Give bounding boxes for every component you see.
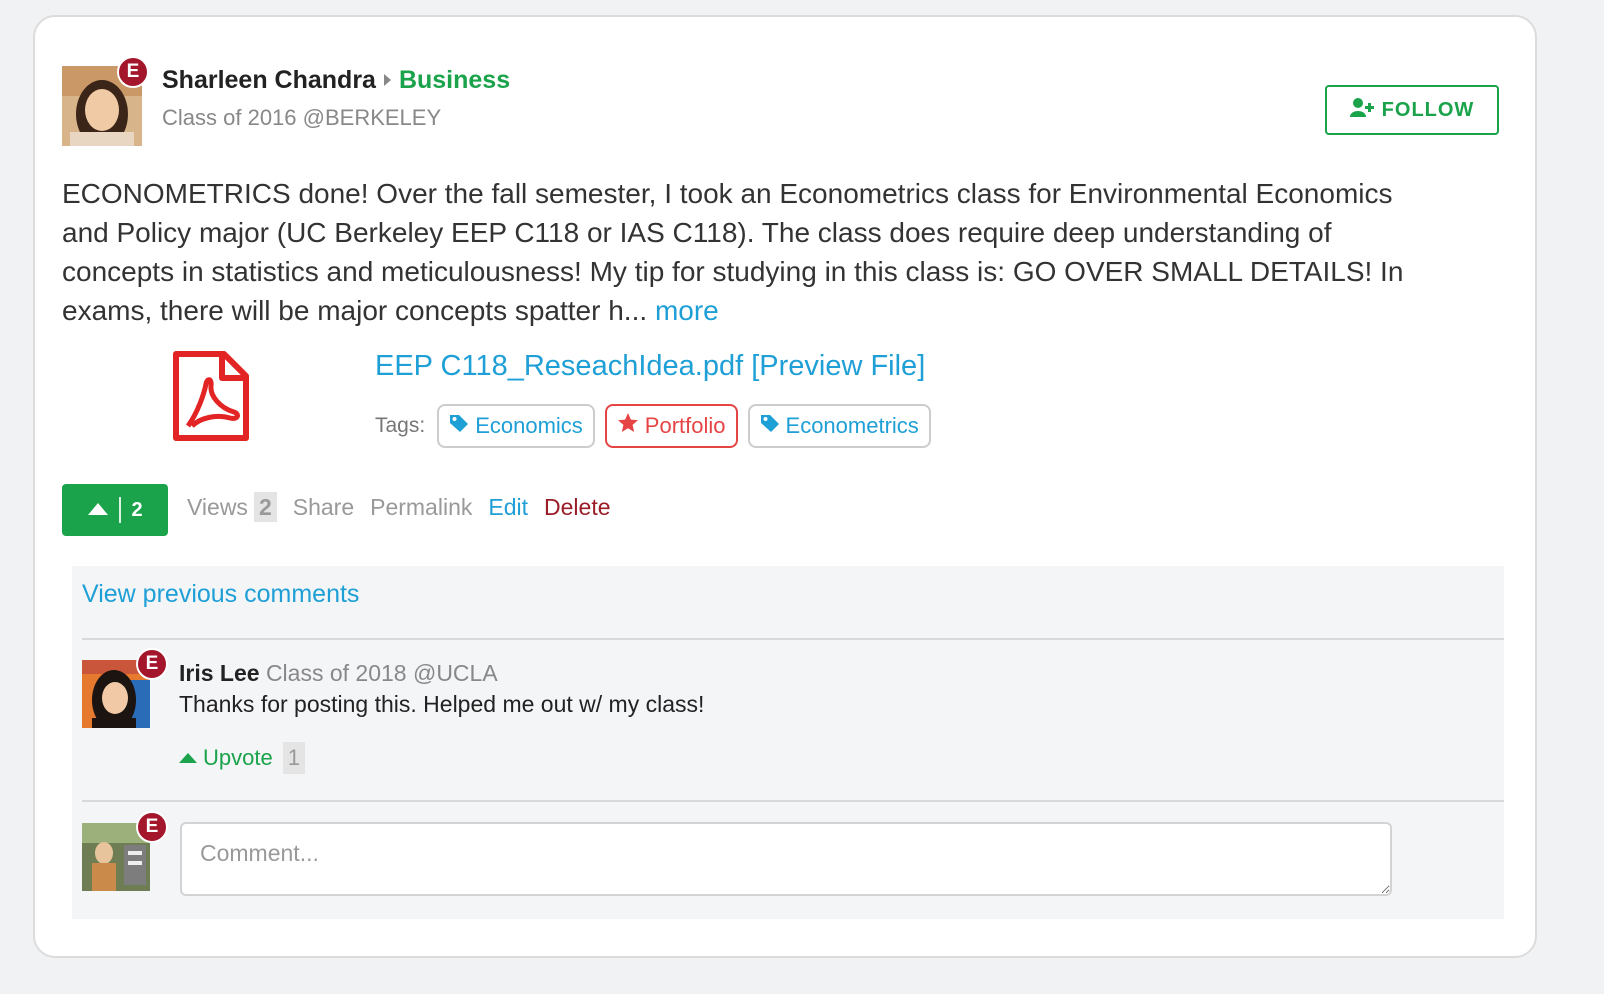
tag-economics[interactable]: Economics [437, 404, 595, 448]
view-previous-comments-link[interactable]: View previous comments [82, 580, 359, 609]
divider [82, 800, 1504, 802]
author-avatar[interactable]: E [62, 56, 149, 146]
delete-link[interactable]: Delete [544, 494, 610, 521]
author-subtitle: Class of 2016 @BERKELEY [162, 105, 442, 130]
tag-icon [760, 413, 780, 439]
attachment-link[interactable]: EEP C118_ReseachIdea.pdf [Preview File] [375, 350, 925, 383]
pdf-icon[interactable] [170, 350, 252, 444]
views-count: 2 [253, 492, 277, 522]
share-link[interactable]: Share [293, 494, 354, 521]
views-label: Views [187, 494, 248, 520]
tag-list: Tags: Economics Portfolio Econometrics [375, 404, 931, 448]
caret-right-icon [383, 74, 391, 87]
post-actions: Views 2 Share Permalink Edit Delete [187, 492, 611, 522]
post-body: ECONOMETRICS done! Over the fall semeste… [62, 174, 1442, 330]
edit-link[interactable]: Edit [488, 494, 528, 521]
add-user-icon [1349, 97, 1374, 123]
tag-econometrics[interactable]: Econometrics [747, 404, 931, 448]
expert-badge: E [136, 811, 168, 843]
comment-author: Iris Lee Class of 2018 @UCLA [179, 660, 498, 687]
author-name[interactable]: Sharleen Chandra [162, 66, 376, 94]
tag-label: Portfolio [644, 413, 726, 438]
comment-upvote-label: Upvote [203, 745, 273, 770]
views-indicator: Views 2 [187, 492, 277, 522]
post-upvote-button[interactable]: 2 [62, 484, 168, 536]
current-user-avatar[interactable]: E [82, 811, 168, 891]
preview-file-link[interactable]: [Preview File] [751, 350, 925, 382]
comment-input[interactable] [180, 822, 1392, 896]
more-link[interactable]: more [655, 295, 719, 326]
post-card: E Sharleen Chandra Business Class of 2016… [33, 15, 1537, 958]
page-top-edge [0, 0, 1604, 6]
comment-text: Thanks for posting this. Helped me out w… [179, 691, 705, 717]
comment-author-subtitle: Class of 2018 @UCLA [265, 660, 498, 686]
follow-label: FOLLOW [1381, 98, 1475, 121]
upvote-arrow-icon [87, 499, 109, 522]
author-line: Sharleen Chandra Business [162, 66, 510, 95]
comment-upvote-count: 1 [282, 742, 305, 774]
expert-badge: E [136, 648, 168, 680]
upvote-count: 2 [131, 498, 143, 521]
comments-section: View previous comments E Iris Lee Class … [72, 566, 1504, 919]
tag-portfolio[interactable]: Portfolio [604, 404, 738, 448]
tag-icon [449, 413, 469, 439]
post-body-text: ECONOMETRICS done! Over the fall semeste… [62, 178, 1404, 326]
attachment-filename: EEP C118_ReseachIdea.pdf [375, 350, 744, 382]
comment-avatar[interactable]: E [82, 648, 168, 728]
tag-label: Econometrics [785, 413, 919, 438]
expert-badge: E [117, 56, 149, 88]
upvote-arrow-icon [179, 753, 197, 763]
permalink-link[interactable]: Permalink [370, 494, 472, 521]
comment-author-name[interactable]: Iris Lee [179, 660, 260, 686]
star-icon [617, 412, 639, 440]
tags-label: Tags: [375, 414, 426, 437]
tag-label: Economics [475, 413, 583, 438]
divider [82, 638, 1504, 640]
post-category[interactable]: Business [399, 66, 510, 94]
comment-upvote-button[interactable]: Upvote 1 [179, 742, 305, 774]
divider [119, 497, 122, 523]
follow-button[interactable]: FOLLOW [1325, 85, 1499, 135]
